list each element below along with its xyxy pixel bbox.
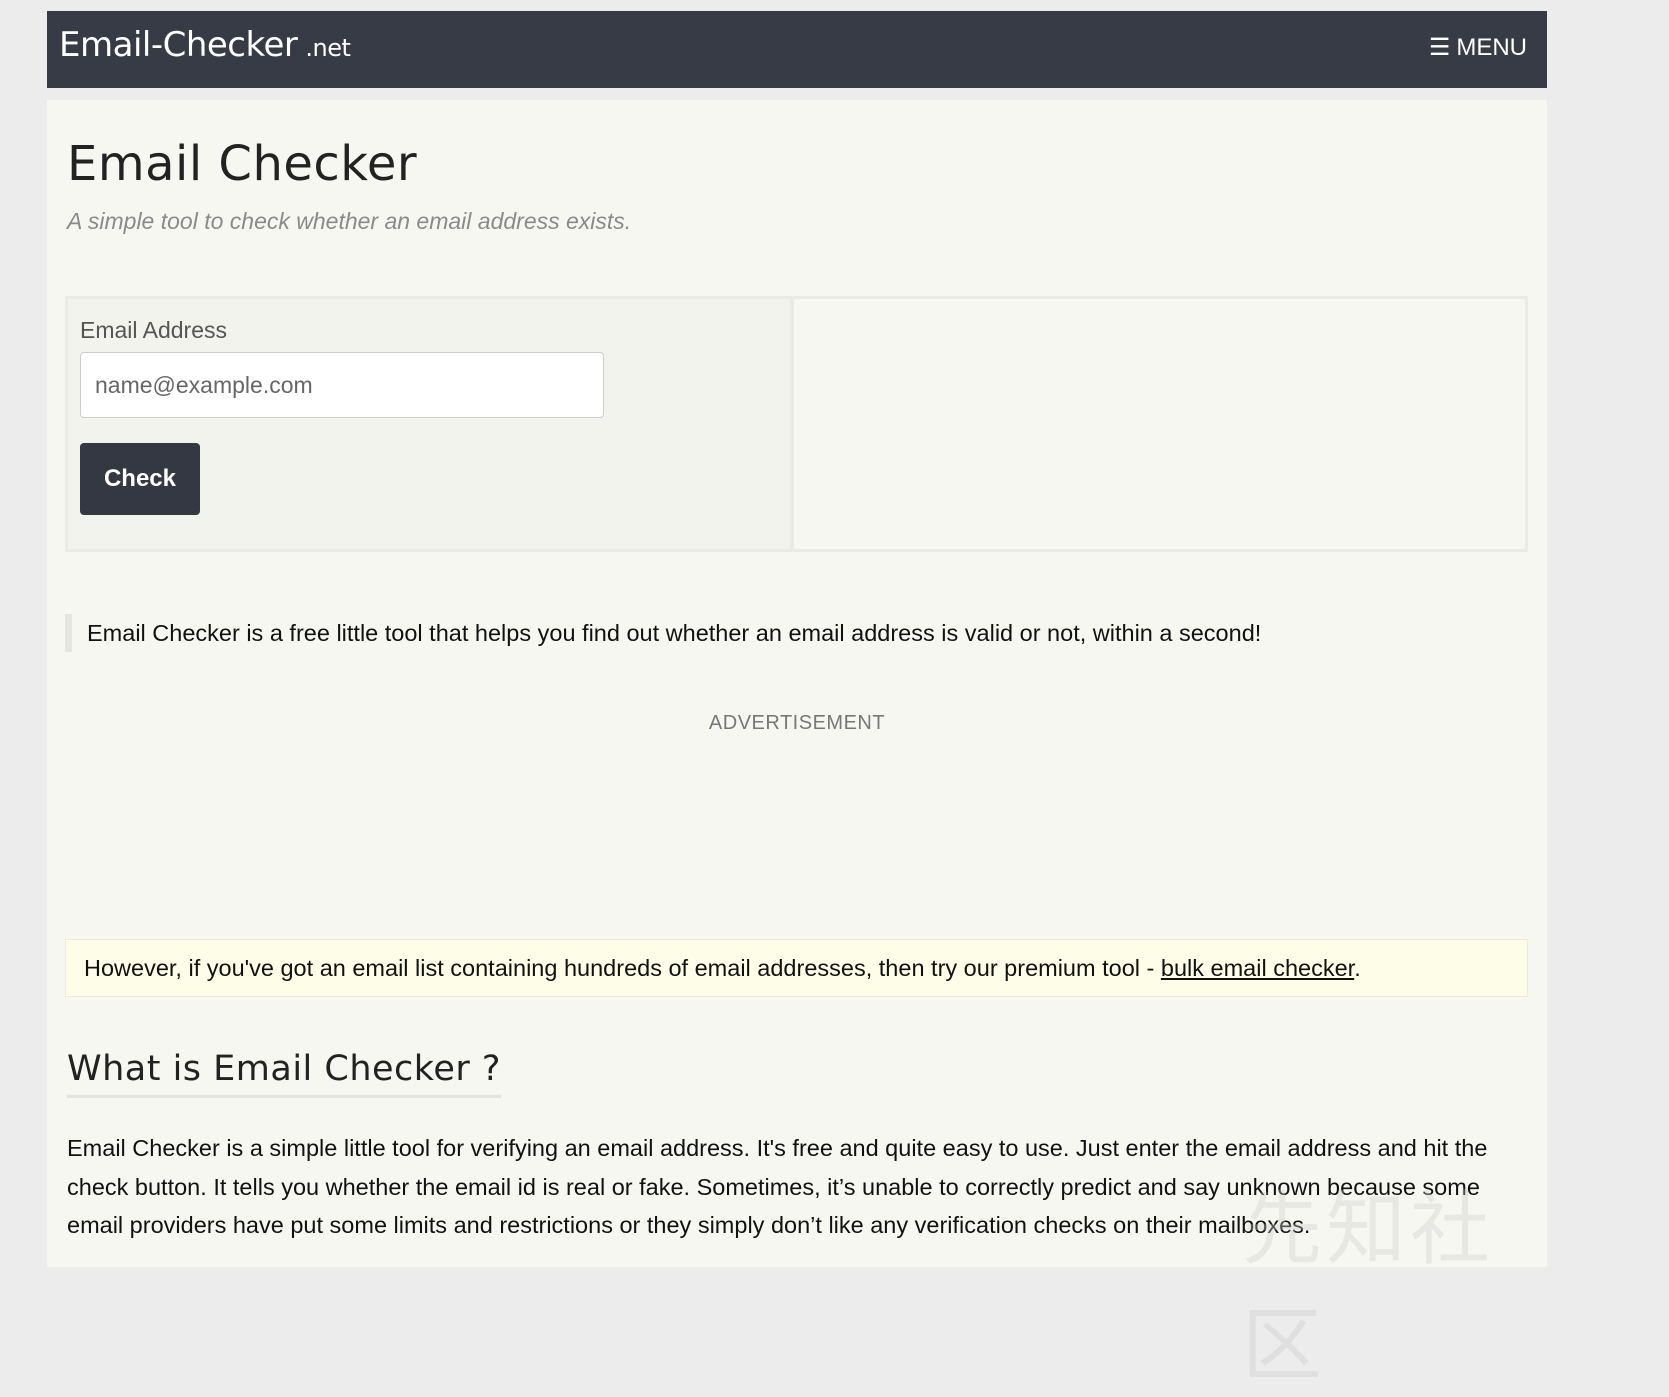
bulk-email-checker-link[interactable]: bulk email checker [1161, 955, 1354, 981]
premium-notice-end: . [1354, 955, 1361, 981]
email-input[interactable] [80, 352, 604, 418]
checker-tool-box: Email Address Check [65, 296, 1528, 552]
advertisement-label: ADVERTISEMENT [708, 712, 886, 734]
premium-notice: However, if you've got an email list con… [65, 939, 1528, 997]
result-panel [794, 299, 1525, 549]
menu-label: MENU [1456, 34, 1527, 61]
intro-blockquote: Email Checker is a free little tool that… [65, 614, 1525, 652]
checker-form-panel: Email Address Check [68, 299, 794, 549]
email-field-label: Email Address [80, 317, 228, 343]
page-title: Email Checker [67, 136, 418, 192]
page-subtitle: A simple tool to check whether an email … [67, 208, 632, 234]
hamburger-icon: ☰ [1428, 34, 1451, 61]
menu-button[interactable]: ☰ MENU [1429, 36, 1527, 60]
main-content: Email Checker A simple tool to check whe… [47, 100, 1547, 1392]
top-navbar: Email-Checker .net ☰ MENU [47, 11, 1547, 88]
premium-notice-text: However, if you've got an email list con… [84, 955, 1161, 981]
brand-name: Email-Checker [59, 25, 298, 65]
what-is-body: Email Checker is a simple little tool fo… [67, 1135, 1488, 1238]
check-button[interactable]: Check [80, 443, 200, 515]
what-is-heading: What is Email Checker ? [67, 1049, 501, 1098]
brand-logo[interactable]: Email-Checker .net [59, 25, 351, 65]
brand-tld: .net [305, 34, 351, 62]
